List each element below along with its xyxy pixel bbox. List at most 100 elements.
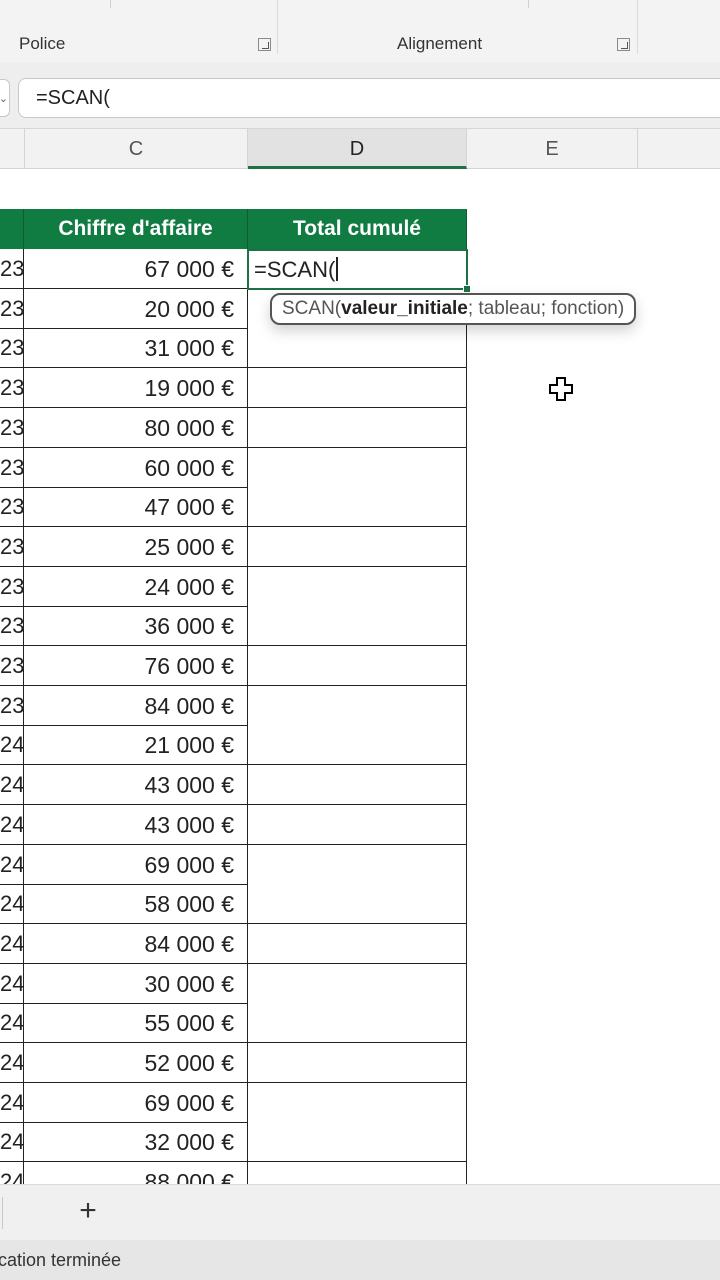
revenue-cell[interactable]: 69 000 € — [24, 1082, 248, 1123]
cumulative-total-cell[interactable] — [248, 526, 467, 567]
tooltip-current-arg[interactable]: valeur_initiale — [341, 298, 468, 319]
cumulative-total-cell[interactable] — [248, 804, 467, 845]
date-cell[interactable]: 23 — [0, 487, 24, 528]
table-row: 23 19 000 € — [0, 368, 467, 409]
revenue-cell[interactable]: 30 000 € — [24, 963, 248, 1004]
revenue-cell[interactable]: 32 000 € — [24, 1122, 248, 1163]
date-cell[interactable]: 24 — [0, 1003, 24, 1044]
date-cell[interactable]: 24 — [0, 923, 24, 964]
cumulative-total-cell[interactable] — [248, 685, 467, 726]
date-cell[interactable]: 23 — [0, 288, 24, 329]
revenue-cell[interactable]: 43 000 € — [24, 804, 248, 845]
cumulative-total-cell[interactable] — [248, 646, 467, 686]
revenue-cell[interactable]: 69 000 € — [24, 844, 248, 885]
date-cell[interactable]: 24 — [0, 1043, 24, 1083]
date-cell[interactable]: 24 — [0, 884, 24, 925]
column-header-f[interactable] — [638, 129, 720, 169]
ribbon: Police Alignement — [0, 0, 720, 63]
cumulative-total-cell[interactable] — [248, 407, 467, 448]
date-cell[interactable]: 24 — [0, 765, 24, 806]
table-row: 23 84 000 € — [0, 685, 467, 726]
cumulative-total-cell[interactable] — [248, 765, 467, 806]
revenue-cell[interactable]: 84 000 € — [24, 685, 248, 726]
date-cell[interactable]: 23 — [0, 566, 24, 607]
column-header-d[interactable]: D — [248, 129, 467, 169]
date-cell[interactable]: 23 — [0, 407, 24, 448]
cumulative-total-cell[interactable] — [248, 725, 467, 766]
revenue-cell[interactable]: 52 000 € — [24, 1043, 248, 1083]
revenue-cell[interactable]: 76 000 € — [24, 646, 248, 686]
cumulative-total-cell[interactable] — [248, 1082, 467, 1123]
date-cell[interactable]: 24 — [0, 844, 24, 885]
date-cell[interactable]: 24 — [0, 725, 24, 766]
revenue-cell[interactable]: 55 000 € — [24, 1003, 248, 1044]
date-cell[interactable]: 23 — [0, 368, 24, 409]
column-header-b[interactable] — [0, 129, 25, 169]
cumulative-total-cell[interactable] — [248, 566, 467, 607]
date-cell[interactable]: 24 — [0, 1082, 24, 1123]
cumulative-total-cell[interactable] — [248, 487, 467, 528]
table-row: 24 43 000 € — [0, 765, 467, 806]
active-cell-d2[interactable]: =SCAN( — [247, 249, 468, 290]
table-header-date[interactable] — [0, 209, 24, 249]
cumulative-total-cell[interactable] — [248, 844, 467, 885]
date-cell[interactable]: 23 — [0, 328, 24, 369]
cumulative-total-cell[interactable] — [248, 447, 467, 488]
formula-bar[interactable]: =SCAN( — [18, 78, 720, 118]
table-header-chiffre[interactable]: Chiffre d'affaire — [24, 209, 248, 249]
revenue-cell[interactable]: 24 000 € — [24, 566, 248, 607]
date-cell[interactable]: 24 — [0, 963, 24, 1004]
revenue-cell[interactable]: 19 000 € — [24, 368, 248, 409]
revenue-cell[interactable]: 20 000 € — [24, 288, 248, 329]
text-caret — [336, 257, 338, 281]
date-cell[interactable]: 23 — [0, 249, 24, 289]
name-box[interactable]: ⌄ — [0, 79, 10, 117]
cumulative-total-cell[interactable] — [248, 606, 467, 647]
ribbon-divider — [110, 0, 111, 8]
table-row: 24 69 000 € — [0, 1082, 467, 1123]
add-sheet-icon[interactable]: + — [74, 1196, 102, 1226]
revenue-cell[interactable]: 60 000 € — [24, 447, 248, 488]
tooltip-function-name[interactable]: SCAN( — [282, 298, 341, 319]
cumulative-total-cell[interactable] — [248, 1003, 467, 1044]
date-cell[interactable]: 23 — [0, 685, 24, 726]
function-tooltip[interactable]: SCAN(valeur_initiale; tableau; fonction) — [270, 293, 637, 325]
revenue-cell[interactable]: 36 000 € — [24, 606, 248, 647]
date-cell[interactable]: 23 — [0, 526, 24, 567]
cumulative-total-cell[interactable] — [248, 368, 467, 409]
revenue-cell[interactable]: 21 000 € — [24, 725, 248, 766]
cumulative-total-cell[interactable] — [248, 1043, 467, 1083]
date-cell[interactable]: 23 — [0, 646, 24, 686]
revenue-cell[interactable]: 67 000 € — [24, 249, 248, 289]
revenue-cell[interactable]: 43 000 € — [24, 765, 248, 806]
column-header-e[interactable]: E — [467, 129, 638, 169]
date-cell[interactable]: 24 — [0, 804, 24, 845]
table-header-total[interactable]: Total cumulé — [248, 209, 467, 249]
dialog-launcher-icon[interactable] — [258, 38, 271, 51]
date-cell[interactable]: 23 — [0, 447, 24, 488]
revenue-cell[interactable]: 84 000 € — [24, 923, 248, 964]
revenue-cell[interactable]: 80 000 € — [24, 407, 248, 448]
revenue-cell[interactable]: 25 000 € — [24, 526, 248, 567]
active-cell-text[interactable]: =SCAN( — [254, 257, 335, 282]
fill-handle[interactable] — [463, 285, 471, 293]
status-bar: cation terminée — [0, 1240, 720, 1280]
cumulative-total-cell[interactable] — [248, 963, 467, 1004]
sheet-tab-bar: + — [0, 1184, 720, 1241]
cumulative-total-cell[interactable] — [248, 328, 467, 369]
formula-bar-content[interactable]: =SCAN( — [36, 87, 110, 110]
revenue-cell[interactable]: 31 000 € — [24, 328, 248, 369]
dialog-launcher-icon[interactable] — [617, 38, 630, 51]
cumulative-total-cell[interactable] — [248, 1122, 467, 1163]
table-row: 24 21 000 € — [0, 725, 467, 766]
cumulative-total-cell[interactable] — [248, 884, 467, 925]
date-cell[interactable]: 23 — [0, 606, 24, 647]
cumulative-total-cell[interactable] — [248, 923, 467, 964]
table-row: 23 31 000 € — [0, 328, 467, 369]
column-header-c[interactable]: C — [25, 129, 248, 169]
revenue-cell[interactable]: 58 000 € — [24, 884, 248, 925]
chevron-down-icon[interactable]: ⌄ — [0, 92, 8, 105]
table-row: 24 52 000 € — [0, 1043, 467, 1083]
revenue-cell[interactable]: 47 000 € — [24, 487, 248, 528]
date-cell[interactable]: 24 — [0, 1122, 24, 1163]
